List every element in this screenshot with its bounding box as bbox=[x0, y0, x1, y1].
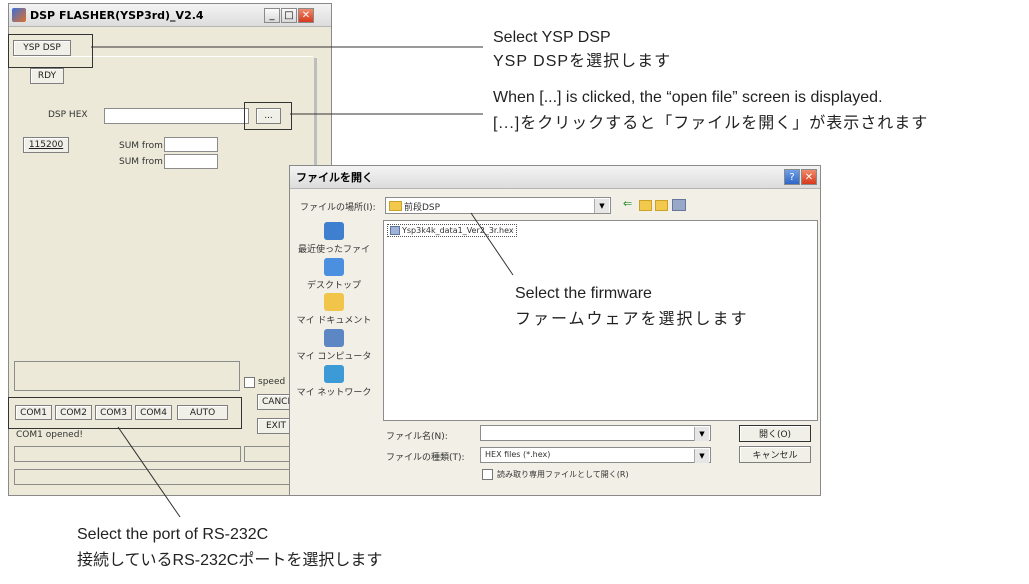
annotation-browse-jp: [...]をクリックすると「ファイルを開く」が表示されます bbox=[493, 115, 929, 132]
annotation-firmware-jp: ファームウェアを選択します bbox=[515, 311, 749, 328]
annotation-firmware-en: Select the firmware bbox=[515, 285, 652, 302]
annotation-port-en: Select the port of RS-232C bbox=[77, 526, 269, 543]
leader-line-firmware bbox=[470, 212, 514, 276]
leader-line-port bbox=[117, 426, 181, 518]
annotation-select-dsp-en: Select YSP DSP bbox=[493, 29, 611, 46]
annotation-browse-en: When [...] is clicked, the “open file” s… bbox=[493, 89, 883, 106]
annotation-select-dsp-jp: YSP DSPを選択します bbox=[493, 53, 672, 70]
annotation-port-jp: 接続しているRS-232Cポートを選択します bbox=[77, 552, 383, 569]
